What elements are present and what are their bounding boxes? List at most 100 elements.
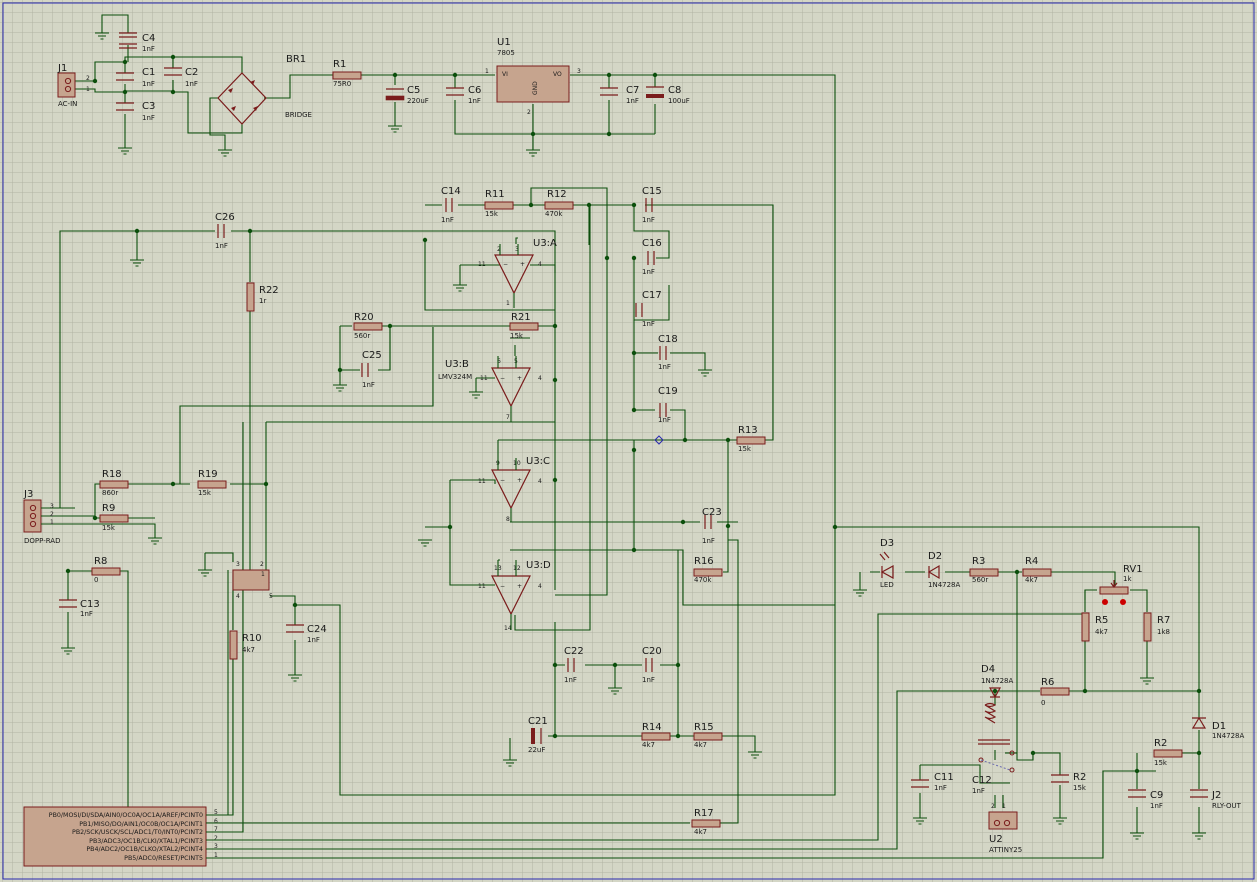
R14-ref: R14 <box>642 722 662 733</box>
R20-ref: R20 <box>354 312 374 323</box>
R18-ref: R18 <box>102 469 122 480</box>
U2-pin-number: 6 <box>214 818 218 825</box>
C5-value: 220uF <box>407 97 429 105</box>
opamp-minus: − <box>500 375 505 382</box>
R19-value: 15k <box>198 489 212 497</box>
C14-ref: C14 <box>441 186 461 197</box>
R12-value: 470k <box>545 210 563 218</box>
J2-ref: U2 <box>989 834 1003 845</box>
C22-value: 1nF <box>564 676 577 684</box>
J1-value: AC-IN <box>58 100 77 108</box>
C16-ref: C16 <box>642 238 662 249</box>
R8-value: 0 <box>94 576 98 584</box>
RL1-value: 1nF <box>972 787 985 795</box>
C10-ref: C9 <box>1150 790 1163 801</box>
R2-ref: R2 <box>1154 738 1167 749</box>
C9-ref: J2 <box>1211 790 1221 801</box>
pin-number: 12 <box>513 565 521 572</box>
C20-ref: C20 <box>642 646 662 657</box>
pin-number: 4 <box>236 593 240 600</box>
R16-value: 470k <box>694 576 712 584</box>
R15-value: 4k7 <box>694 741 707 749</box>
U2-pin-label: PB1/MISO/DO/AIN1/OC0B/OC1A/PCINT1 <box>79 821 203 828</box>
R2-value: 15k <box>1154 759 1168 767</box>
C26-value: 1nF <box>215 242 228 250</box>
C12-value: 1nF <box>934 784 947 792</box>
opamp-plus: + <box>517 477 522 484</box>
pin-number: 11 <box>478 583 486 590</box>
U1-value: 7805 <box>497 49 515 57</box>
pin-number: 10 <box>513 460 521 467</box>
schematic-canvas: J1 AC-IN 2 1 C4 1nF C1 1nF C2 1nF C3 1nF… <box>0 0 1257 882</box>
C24-value: 1nF <box>307 636 320 644</box>
R11-value: 15k <box>485 210 499 218</box>
U1-ref: U1 <box>497 37 511 48</box>
opamp-plus: + <box>517 375 522 382</box>
C4-ref: C4 <box>142 33 155 44</box>
U2-pin-label: PB3/ADC3/OC1B/CLKI/XTAL1/PCINT3 <box>89 838 203 845</box>
C13-ref: C13 <box>80 599 100 610</box>
D4-ref: D4 <box>981 664 995 675</box>
pin-number: 4 <box>538 478 542 485</box>
pin-number: 3 <box>577 68 581 75</box>
pin-number: 2 <box>991 803 995 810</box>
opamp-plus: + <box>517 583 522 590</box>
pin-number: 2 <box>86 75 90 82</box>
C11-ref: R2 <box>1073 772 1086 783</box>
R6-value: 0 <box>1041 699 1045 707</box>
pin-number: 4 <box>538 261 542 268</box>
C1-ref: C1 <box>142 67 155 78</box>
C13-value: 1nF <box>80 610 93 618</box>
C19-value: 1nF <box>658 416 671 424</box>
U3D-ref: U3:D <box>526 560 551 571</box>
C16-value: 1nF <box>642 268 655 276</box>
R21-ref: R21 <box>511 312 531 323</box>
C19-ref: C19 <box>658 386 678 397</box>
U1-vi: VI <box>502 71 508 78</box>
R20-value: 560r <box>354 332 370 340</box>
R12-ref: R12 <box>547 189 567 200</box>
pin-number: 1 <box>261 571 265 578</box>
pin-number: 8 <box>506 516 510 523</box>
R15-ref: R15 <box>694 722 714 733</box>
R9-value: 15k <box>102 524 116 532</box>
U3A-ref: U3:A <box>533 238 557 249</box>
U2-pin-label: PB5/ADC0/RESET/PCINT5 <box>124 855 203 862</box>
RV1-ref: RV1 <box>1123 564 1143 575</box>
C26-ref: C26 <box>215 212 235 223</box>
J1-ref: J1 <box>57 63 67 74</box>
pin-number: 1 <box>506 300 510 307</box>
R5-value: 4k7 <box>1095 628 1108 636</box>
J3-ref: J3 <box>23 489 33 500</box>
D3-ref: D3 <box>880 538 894 549</box>
C8-value: 100uF <box>668 97 690 105</box>
R18-value: 860r <box>102 489 118 497</box>
opamp-plus: + <box>520 261 525 268</box>
U1-vo: VO <box>553 71 562 78</box>
D2-ref: D2 <box>928 551 942 562</box>
C4-value: 1nF <box>142 45 155 53</box>
C3-value: 1nF <box>142 114 155 122</box>
U2-pin-label: PB2/SCK/USCK/SCL/ADC1/T0/INT0/PCINT2 <box>72 829 203 836</box>
pin-number: 1 <box>86 86 90 93</box>
J2-value: ATTINY25 <box>989 846 1022 854</box>
R17-ref: R17 <box>694 808 714 819</box>
mcu-U2[interactable]: PB0/MOSI/DI/SDA/AIN0/OC0A/OC1A/AREF/PCIN… <box>23 806 220 867</box>
R1-value: 75R0 <box>333 80 351 88</box>
C17-value: 1nF <box>642 320 655 328</box>
pin-number: 1 <box>485 68 489 75</box>
C23-value: 1nF <box>702 537 715 545</box>
C21-ref: C21 <box>528 716 548 727</box>
opamp-minus: − <box>500 477 505 484</box>
C1-value: 1nF <box>142 80 155 88</box>
pin-number: 11 <box>478 478 486 485</box>
pin-number: 4 <box>538 375 542 382</box>
opamp-minus: − <box>500 583 505 590</box>
C6-ref: C6 <box>468 85 481 96</box>
D2-value: 1N4728A <box>928 581 961 589</box>
C15-value: 1nF <box>642 216 655 224</box>
C8-ref: C8 <box>668 85 681 96</box>
R8-ref: R8 <box>94 556 107 567</box>
R4-ref: R4 <box>1025 556 1038 567</box>
D1-ref: D1 <box>1212 721 1226 732</box>
